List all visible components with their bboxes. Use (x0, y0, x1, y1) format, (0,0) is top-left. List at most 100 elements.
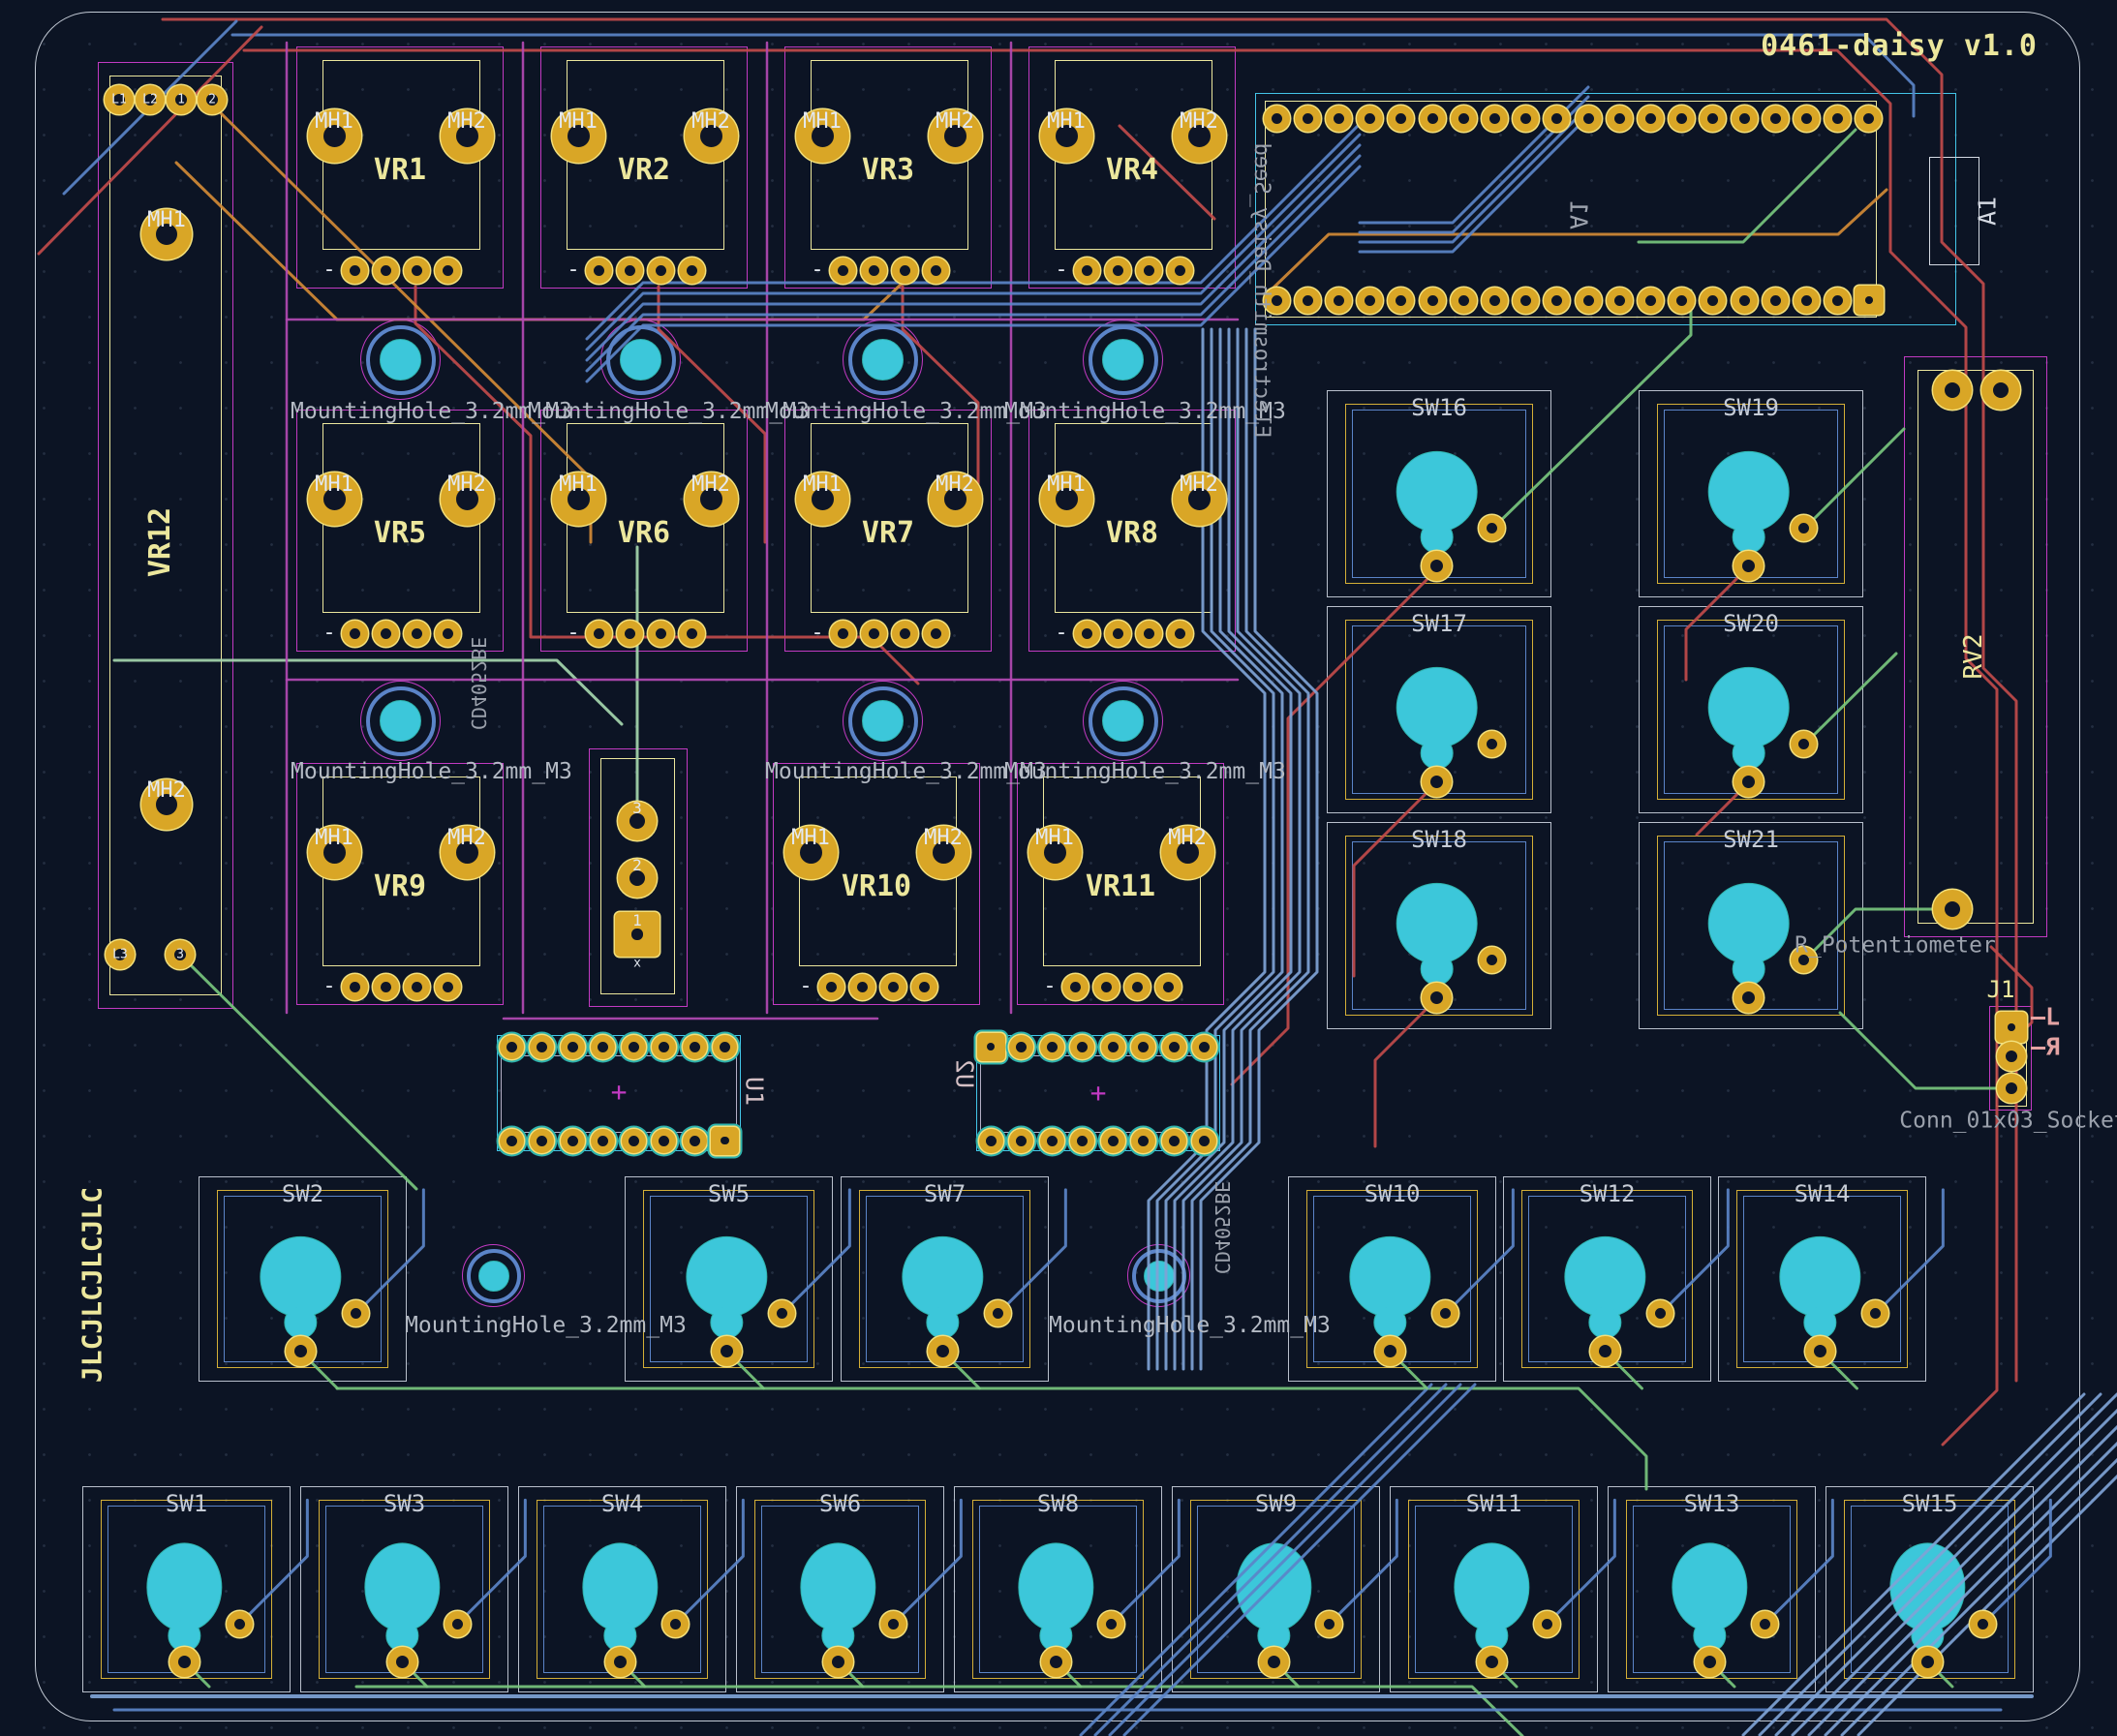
pin-pad-top-22[interactable] (1295, 106, 1321, 132)
pin-pad-1[interactable] (1477, 1647, 1507, 1677)
pin-pad-1[interactable] (342, 258, 368, 284)
pin-pad-bottom-3[interactable] (1040, 1129, 1064, 1153)
pin-pad-2[interactable] (1981, 371, 2020, 410)
pin-pad-3[interactable] (404, 258, 430, 284)
pin-pad-top-4[interactable] (1070, 1035, 1094, 1059)
pin-pad-2[interactable] (861, 621, 887, 647)
pin-pad-1[interactable] (712, 1336, 742, 1366)
pin-pad-2[interactable] (373, 258, 399, 284)
pin-pad-2[interactable] (227, 1611, 253, 1637)
pin-pad-2[interactable] (662, 1611, 689, 1637)
pin-pad-bottom-5[interactable] (1101, 1129, 1125, 1153)
pin-pad-top-33[interactable] (1638, 106, 1664, 132)
pin-pad-top-36[interactable] (1732, 106, 1758, 132)
pin-pad-1[interactable] (586, 258, 612, 284)
pin-pad-top-35[interactable] (1700, 106, 1726, 132)
pin-pad-4[interactable] (679, 258, 705, 284)
pin-pad-top-5[interactable] (1101, 1035, 1125, 1059)
pin-pad-2[interactable] (1316, 1611, 1342, 1637)
pin-pad-1[interactable] (1375, 1336, 1405, 1366)
pin-pad-3[interactable] (1933, 890, 1972, 929)
pin-pad-3[interactable] (1997, 1074, 2026, 1103)
pin-pad-top-21[interactable] (1264, 106, 1290, 132)
pin-pad-bottom-19[interactable] (1295, 288, 1321, 314)
pin-pad-2[interactable] (880, 1611, 906, 1637)
pin-pad-top-1[interactable] (500, 1035, 524, 1059)
pin-pad-4[interactable] (435, 258, 461, 284)
pin-pad-2[interactable] (1105, 258, 1131, 284)
pin-pad-1[interactable] (387, 1647, 417, 1677)
pin-pad-3[interactable] (892, 621, 918, 647)
pin-pad-1[interactable] (286, 1336, 316, 1366)
pin-pad-top-30[interactable] (1544, 106, 1570, 132)
pin-pad-top-1[interactable] (977, 1033, 1005, 1061)
pin-pad-1[interactable] (342, 974, 368, 1000)
pin-pad-bottom-1[interactable] (1855, 286, 1884, 315)
pin-pad-top-38[interactable] (1794, 106, 1820, 132)
pin-pad-2[interactable] (1970, 1611, 1996, 1637)
pin-pad-top-31[interactable] (1576, 106, 1602, 132)
pin-pad-1[interactable] (818, 974, 844, 1000)
pin-pad-top-29[interactable] (1513, 106, 1539, 132)
pin-pad-2[interactable] (1093, 974, 1120, 1000)
pin-pad-top-24[interactable] (1357, 106, 1383, 132)
pin-pad-3[interactable] (404, 974, 430, 1000)
pin-pad-bottom-3[interactable] (561, 1129, 585, 1153)
pin-pad-top-2[interactable] (1009, 1035, 1033, 1059)
pin-pad-bottom-1[interactable] (979, 1129, 1003, 1153)
pin-pad-top-25[interactable] (1388, 106, 1414, 132)
pin-pad-top-2[interactable] (530, 1035, 554, 1059)
pin-pad-top-7[interactable] (1162, 1035, 1186, 1059)
pin-pad-1[interactable] (169, 1647, 199, 1677)
pin-pad-2[interactable] (445, 1611, 471, 1637)
pin-pad-bottom-4[interactable] (1070, 1129, 1094, 1153)
pin-pad-bottom-3[interactable] (1794, 288, 1820, 314)
pin-pad-bottom-5[interactable] (1732, 288, 1758, 314)
pin-pad-bottom-17[interactable] (1357, 288, 1383, 314)
pin-pad-2[interactable] (1997, 1042, 2026, 1071)
pin-pad-bottom-2[interactable] (1009, 1129, 1033, 1153)
pin-pad-3[interactable] (404, 621, 430, 647)
pin-pad-2[interactable] (849, 974, 875, 1000)
pin-pad-top-6[interactable] (1131, 1035, 1155, 1059)
pin-pad-2[interactable] (373, 621, 399, 647)
pin-pad-top-3[interactable] (1040, 1035, 1064, 1059)
pin-pad-2[interactable] (1752, 1611, 1778, 1637)
pin-pad-1[interactable] (1590, 1336, 1620, 1366)
pin-pad-top-5[interactable] (622, 1035, 646, 1059)
pin-pad-2[interactable] (373, 974, 399, 1000)
pin-pad-3[interactable] (880, 974, 906, 1000)
pin-pad-bottom-5[interactable] (622, 1129, 646, 1153)
pin-pad-1[interactable] (1074, 621, 1100, 647)
pin-pad-bottom-6[interactable] (1700, 288, 1726, 314)
pin-pad-bottom-15[interactable] (1420, 288, 1446, 314)
pin-pad-2[interactable] (1098, 1611, 1124, 1637)
pin-pad-3[interactable] (648, 621, 674, 647)
pin-pad-1[interactable] (342, 621, 368, 647)
pin-pad-bottom-9[interactable] (1607, 288, 1633, 314)
pin-pad-4[interactable] (923, 258, 949, 284)
pin-pad-bottom-12[interactable] (1513, 288, 1539, 314)
pin-pad-3[interactable] (1136, 621, 1162, 647)
pin-pad-1[interactable] (1062, 974, 1089, 1000)
pin-pad-2[interactable] (617, 621, 643, 647)
pin-pad-bottom-18[interactable] (1326, 288, 1352, 314)
pin-pad-1[interactable] (1805, 1336, 1835, 1366)
pin-pad-1[interactable] (1996, 1012, 2027, 1043)
pin-pad-bottom-7[interactable] (683, 1129, 707, 1153)
pin-pad-bottom-2[interactable] (530, 1129, 554, 1153)
pin-pad-1[interactable] (830, 258, 856, 284)
pin-pad-top-3[interactable] (561, 1035, 585, 1059)
pin-pad-bottom-4[interactable] (591, 1129, 615, 1153)
pin-pad-2[interactable] (1534, 1611, 1560, 1637)
pin-pad-1[interactable] (830, 621, 856, 647)
pin-pad-4[interactable] (911, 974, 937, 1000)
pin-pad-4[interactable] (679, 621, 705, 647)
pin-pad-3[interactable] (648, 258, 674, 284)
pin-pad-1[interactable] (1041, 1647, 1071, 1677)
pin-pad-2[interactable] (861, 258, 887, 284)
pin-pad-2[interactable] (617, 258, 643, 284)
pin-pad-top-32[interactable] (1607, 106, 1633, 132)
pin-pad-top-37[interactable] (1763, 106, 1789, 132)
pin-pad-top-8[interactable] (1192, 1035, 1216, 1059)
